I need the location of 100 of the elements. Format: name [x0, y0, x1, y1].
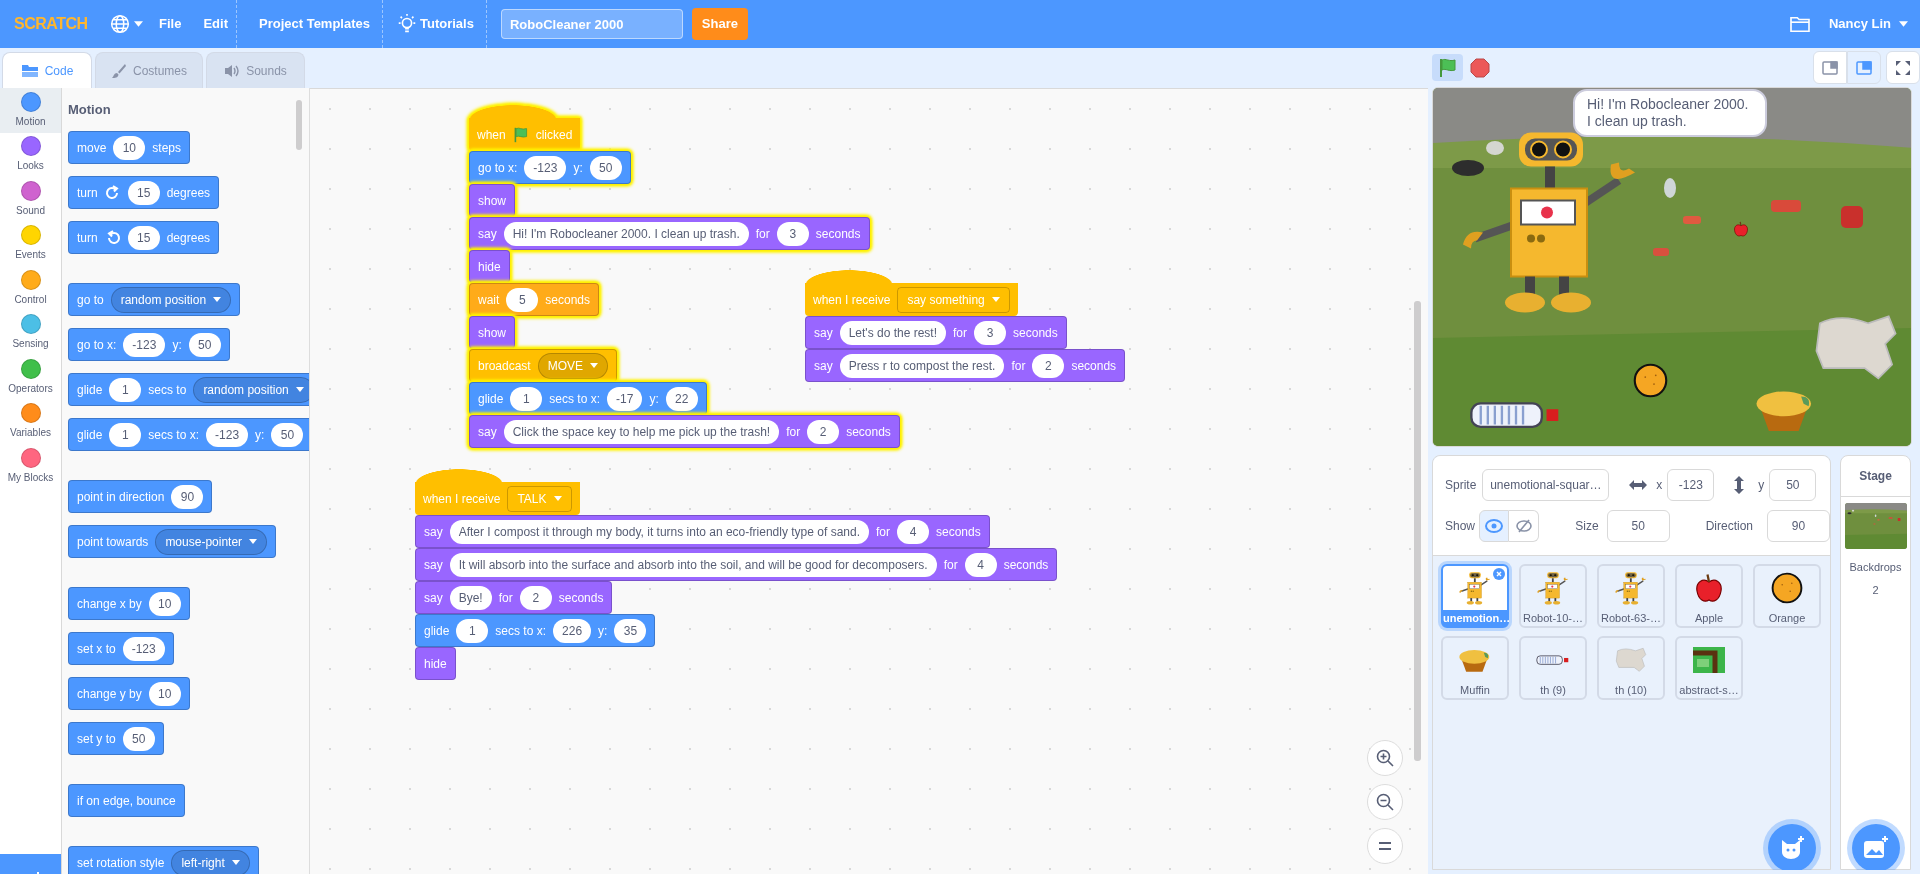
normal-stage-button[interactable]	[1847, 51, 1881, 84]
code-block[interactable]: glide 1 secs to random position	[68, 373, 309, 406]
code-block[interactable]: set x to -123	[68, 632, 174, 665]
code-block[interactable]: glide 1 secs to x: -123 y: 50	[68, 418, 309, 451]
number-input[interactable]: 1	[456, 618, 489, 643]
text-input[interactable]: Press r to compost the rest.	[839, 353, 1005, 378]
text-input[interactable]: Hi! I'm Robocleaner 2000. I clean up trash.	[503, 221, 749, 246]
number-input[interactable]: 50	[271, 422, 304, 447]
run-button[interactable]	[1432, 54, 1463, 81]
sprite-tile[interactable]: th (9)	[1519, 636, 1587, 700]
number-input[interactable]: -123	[524, 155, 567, 180]
code-block[interactable]: wait 5 seconds	[469, 283, 600, 316]
number-input[interactable]: -123	[206, 422, 249, 447]
number-input[interactable]: 10	[113, 135, 146, 160]
code-block[interactable]: turn 15 degrees	[68, 221, 220, 254]
number-input[interactable]: 35	[614, 618, 647, 643]
number-input[interactable]: 50	[589, 155, 622, 180]
text-input[interactable]: Click the space key to help me pick up the trash!	[503, 419, 780, 444]
number-input[interactable]: 2	[519, 585, 552, 610]
sprite-tile[interactable]: Robot-63-…	[1597, 564, 1665, 628]
code-block[interactable]: point towards mouse-pointer	[68, 525, 277, 558]
number-input[interactable]: -123	[123, 332, 166, 357]
number-input[interactable]: 1	[510, 386, 543, 411]
hide-button[interactable]	[1509, 510, 1540, 542]
scrollbar[interactable]	[296, 100, 302, 150]
y-field[interactable]: 50	[1769, 469, 1817, 501]
fullscreen-button[interactable]	[1886, 51, 1920, 84]
sprite-tile[interactable]: th (10)	[1597, 636, 1665, 700]
category-item[interactable]: Motion	[0, 88, 61, 133]
number-input[interactable]: 50	[122, 726, 155, 751]
code-block[interactable]: glide 1 secs to x: -17 y: 22	[469, 382, 707, 415]
code-block[interactable]: say Click the space key to help me pick up the trash! for 2 seconds	[469, 415, 900, 448]
code-block[interactable]: set rotation style left-right	[68, 846, 259, 874]
code-block[interactable]: say Bye! for 2 seconds	[415, 581, 613, 614]
code-block[interactable]: go to x: -123 y: 50	[469, 151, 631, 184]
number-input[interactable]: 1	[109, 377, 142, 402]
scrollbar[interactable]	[1414, 301, 1421, 761]
code-block[interactable]: go to x: -123 y: 50	[68, 328, 230, 361]
size-field[interactable]: 50	[1606, 510, 1670, 542]
dropdown-menu[interactable]: left-right	[171, 849, 250, 874]
folder-icon[interactable]	[1788, 15, 1811, 33]
text-input[interactable]: Let's do the rest!	[839, 320, 947, 345]
small-stage-button[interactable]	[1813, 51, 1847, 84]
delete-icon[interactable]	[1493, 568, 1505, 580]
add-backdrop-button[interactable]	[1852, 824, 1900, 870]
code-block[interactable]: glide 1 secs to x: 226 y: 35	[415, 614, 656, 647]
number-input[interactable]: 226	[553, 618, 592, 643]
text-input[interactable]: Bye!	[449, 585, 492, 610]
dropdown-menu[interactable]: random position	[110, 286, 232, 313]
code-block[interactable]: set y to 50	[68, 722, 164, 755]
code-block[interactable]: say Hi! I'm Robocleaner 2000. I clean up trash. for 3 seconds	[469, 217, 870, 250]
sprite-tile[interactable]: Apple	[1675, 564, 1743, 628]
number-input[interactable]: 2	[1032, 353, 1065, 378]
text-input[interactable]: It will absorb into the surface and absorb into the soil, and will be good for decomposers.	[449, 552, 937, 577]
dropdown-menu[interactable]: random position	[193, 376, 309, 403]
number-input[interactable]: 4	[964, 552, 997, 577]
code-block[interactable]: move 10 steps	[68, 131, 191, 164]
dropdown-menu[interactable]: mouse-pointer	[155, 528, 268, 555]
show-button[interactable]	[1479, 510, 1510, 542]
code-block[interactable]: say Press r to compost the rest. for 2 seconds	[805, 349, 1126, 382]
number-input[interactable]: 3	[776, 221, 809, 246]
number-input[interactable]: 15	[127, 180, 160, 205]
number-input[interactable]: 3	[974, 320, 1007, 345]
code-block[interactable]: point in direction 90	[68, 480, 213, 513]
language-menu[interactable]	[110, 14, 143, 34]
number-input[interactable]: -17	[607, 386, 643, 411]
number-input[interactable]: 15	[127, 225, 160, 250]
code-block[interactable]: change y by 10	[68, 677, 190, 710]
number-input[interactable]: 22	[665, 386, 698, 411]
sprite-tile[interactable]: Orange	[1753, 564, 1821, 628]
code-block[interactable]: hide	[469, 250, 510, 283]
add-sprite-button[interactable]	[1768, 824, 1816, 870]
sprite-name-field[interactable]: unemotional-squar…	[1482, 469, 1610, 501]
sprite-tile[interactable]: Muffin	[1441, 636, 1509, 700]
code-block[interactable]: say Let's do the rest! for 3 seconds	[805, 316, 1067, 349]
sprite-tile[interactable]: Robot-10-…	[1519, 564, 1587, 628]
number-input[interactable]: 10	[148, 591, 181, 616]
reset-zoom-button[interactable]	[1367, 828, 1403, 864]
code-block[interactable]: say It will absorb into the surface and absorb into the soil, and will be good for decomposers. for 4 seconds	[415, 548, 1058, 581]
number-input[interactable]: 50	[188, 332, 221, 357]
number-input[interactable]: 2	[807, 419, 840, 444]
number-input[interactable]: 4	[897, 519, 929, 544]
sprite-tile[interactable]: abstract-s…	[1675, 636, 1743, 700]
code-block[interactable]: say After I compost it through my body, it turns into an eco-friendly type of sand. for 4 seconds	[415, 515, 990, 548]
code-block[interactable]: go to random position	[68, 283, 241, 316]
code-block[interactable]: change x by 10	[68, 587, 190, 620]
number-input[interactable]: 1	[109, 422, 142, 447]
zoom-in-button[interactable]	[1367, 740, 1403, 776]
direction-field[interactable]: 90	[1767, 510, 1830, 542]
number-input[interactable]: 10	[148, 681, 181, 706]
code-block[interactable]: hide	[415, 647, 456, 680]
code-block[interactable]: show	[469, 316, 515, 349]
number-input[interactable]: 5	[506, 287, 539, 312]
code-block[interactable]: turn 15 degrees	[68, 176, 220, 209]
number-input[interactable]: 90	[171, 484, 204, 509]
number-input[interactable]: -123	[122, 636, 165, 661]
text-input[interactable]: After I compost it through my body, it turns into an eco-friendly type of sand.	[449, 519, 869, 544]
x-field[interactable]: -123	[1667, 469, 1715, 501]
zoom-out-button[interactable]	[1367, 784, 1403, 820]
code-block[interactable]: show	[469, 184, 515, 217]
